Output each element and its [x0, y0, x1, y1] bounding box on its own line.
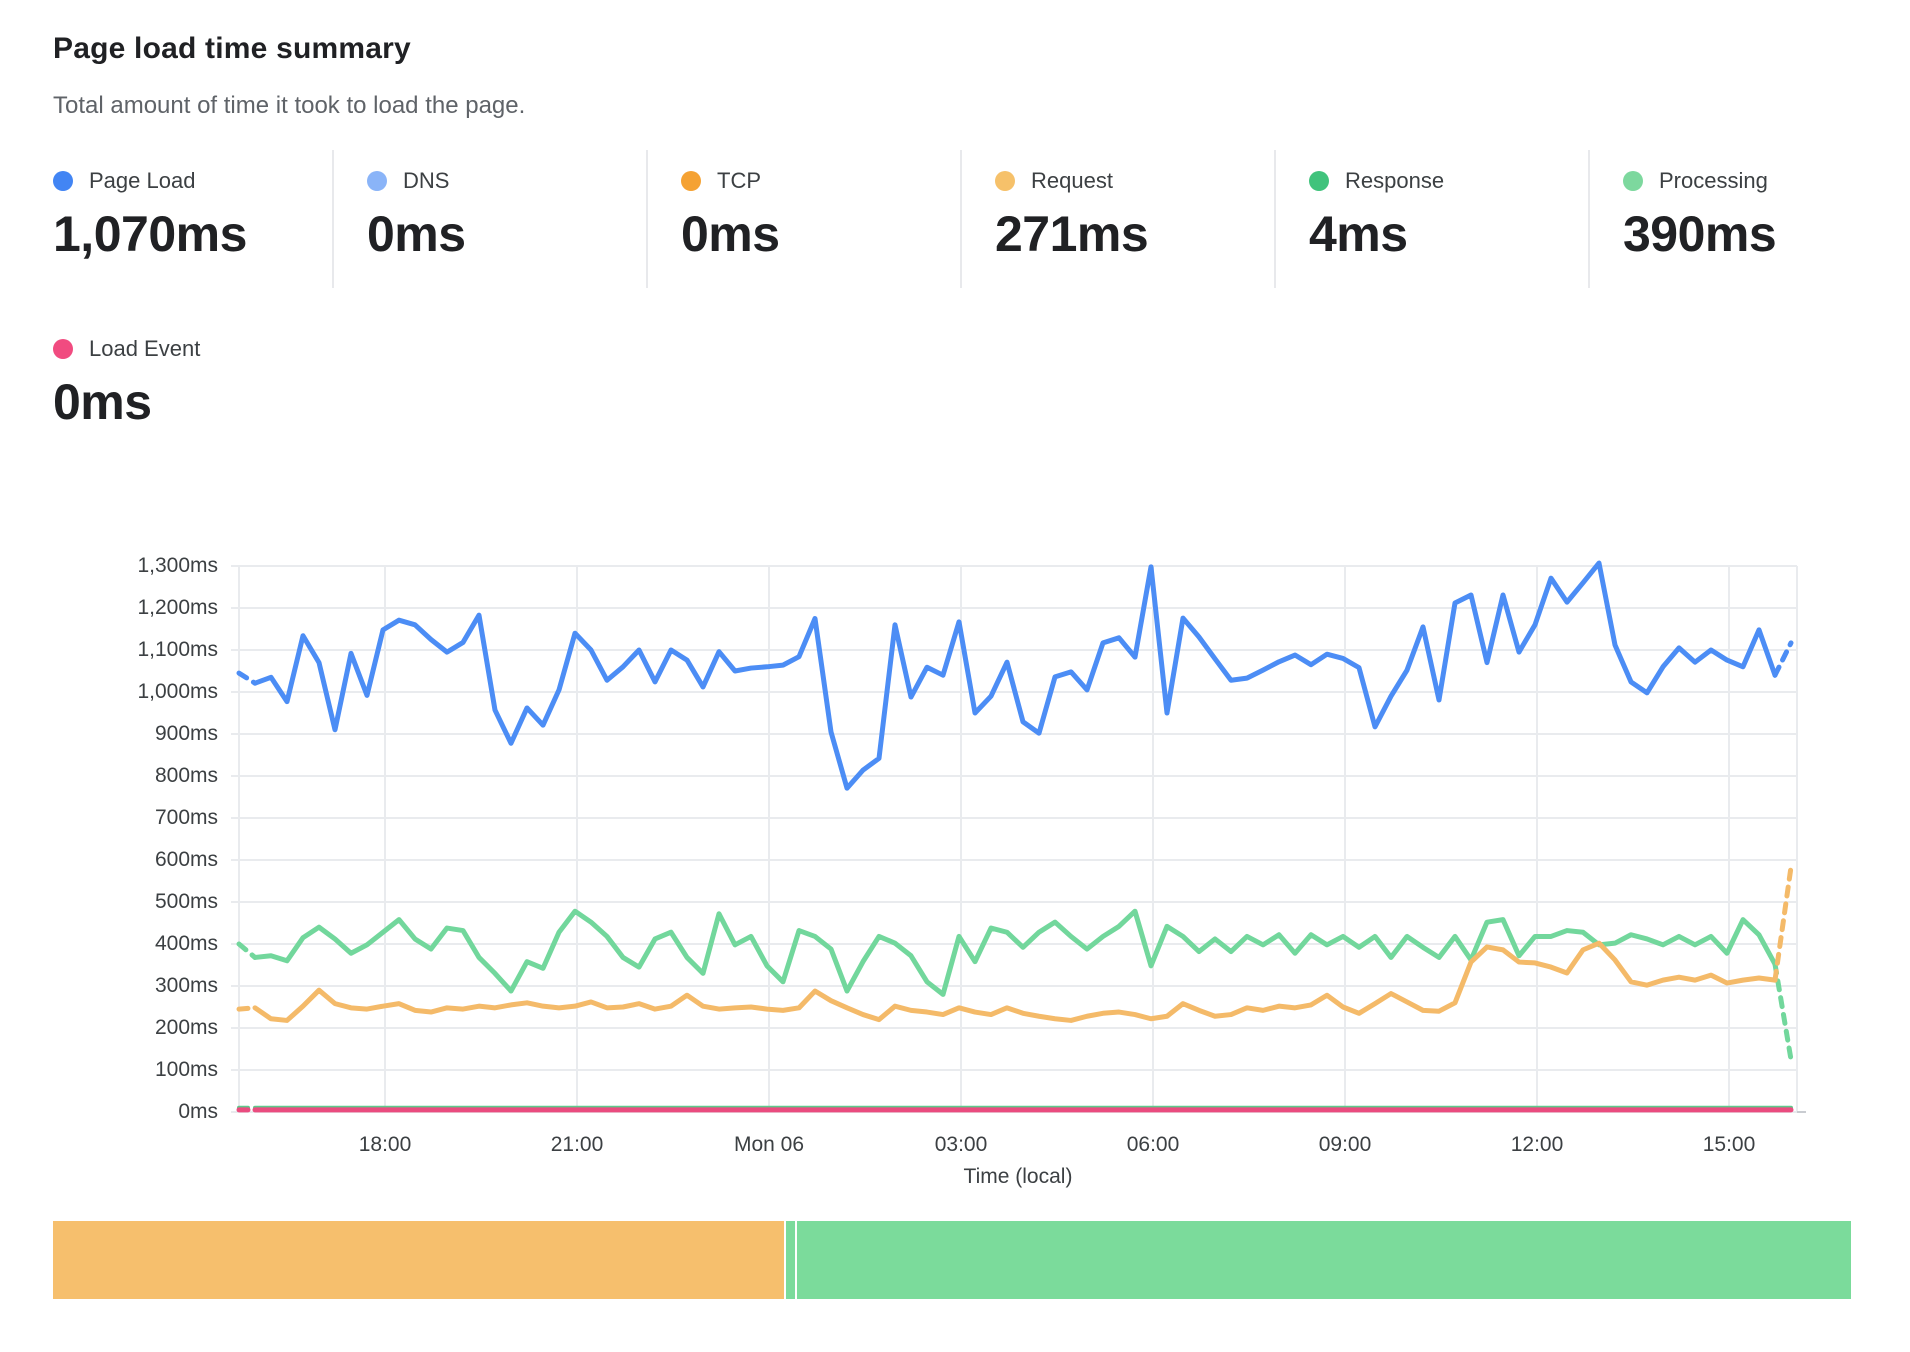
x-tick-label: 03:00: [891, 1132, 1031, 1158]
series-processing: [255, 911, 1775, 994]
x-tick-label: 09:00: [1275, 1132, 1415, 1158]
x-tick-label: 18:00: [315, 1132, 455, 1158]
x-tick-label: 06:00: [1083, 1132, 1223, 1158]
status-timeline: [53, 1221, 1856, 1299]
status-segment-operational[interactable]: [797, 1221, 1851, 1299]
y-tick-label: 300ms: [48, 973, 218, 999]
y-tick-label: 200ms: [48, 1015, 218, 1041]
y-tick-label: 400ms: [48, 931, 218, 957]
y-tick-label: 500ms: [48, 889, 218, 915]
y-tick-label: 100ms: [48, 1057, 218, 1083]
page-load-summary-panel: Page load time summary Total amount of t…: [0, 0, 1910, 1352]
y-tick-label: 1,200ms: [48, 595, 218, 621]
y-tick-label: 900ms: [48, 721, 218, 747]
status-segment-operational[interactable]: [786, 1221, 795, 1299]
y-tick-label: 800ms: [48, 763, 218, 789]
y-tick-label: 1,300ms: [48, 553, 218, 579]
x-axis-title: Time (local): [898, 1165, 1138, 1189]
x-tick-label: Mon 06: [699, 1132, 839, 1158]
y-tick-label: 1,000ms: [48, 679, 218, 705]
y-tick-label: 600ms: [48, 847, 218, 873]
y-tick-label: 1,100ms: [48, 637, 218, 663]
x-tick-label: 15:00: [1659, 1132, 1799, 1158]
series-request: [255, 943, 1775, 1020]
series-page-load: [255, 563, 1775, 788]
status-segment-degraded[interactable]: [53, 1221, 784, 1299]
y-tick-label: 700ms: [48, 805, 218, 831]
x-tick-label: 12:00: [1467, 1132, 1607, 1158]
y-tick-label: 0ms: [48, 1099, 218, 1125]
x-tick-label: 21:00: [507, 1132, 647, 1158]
